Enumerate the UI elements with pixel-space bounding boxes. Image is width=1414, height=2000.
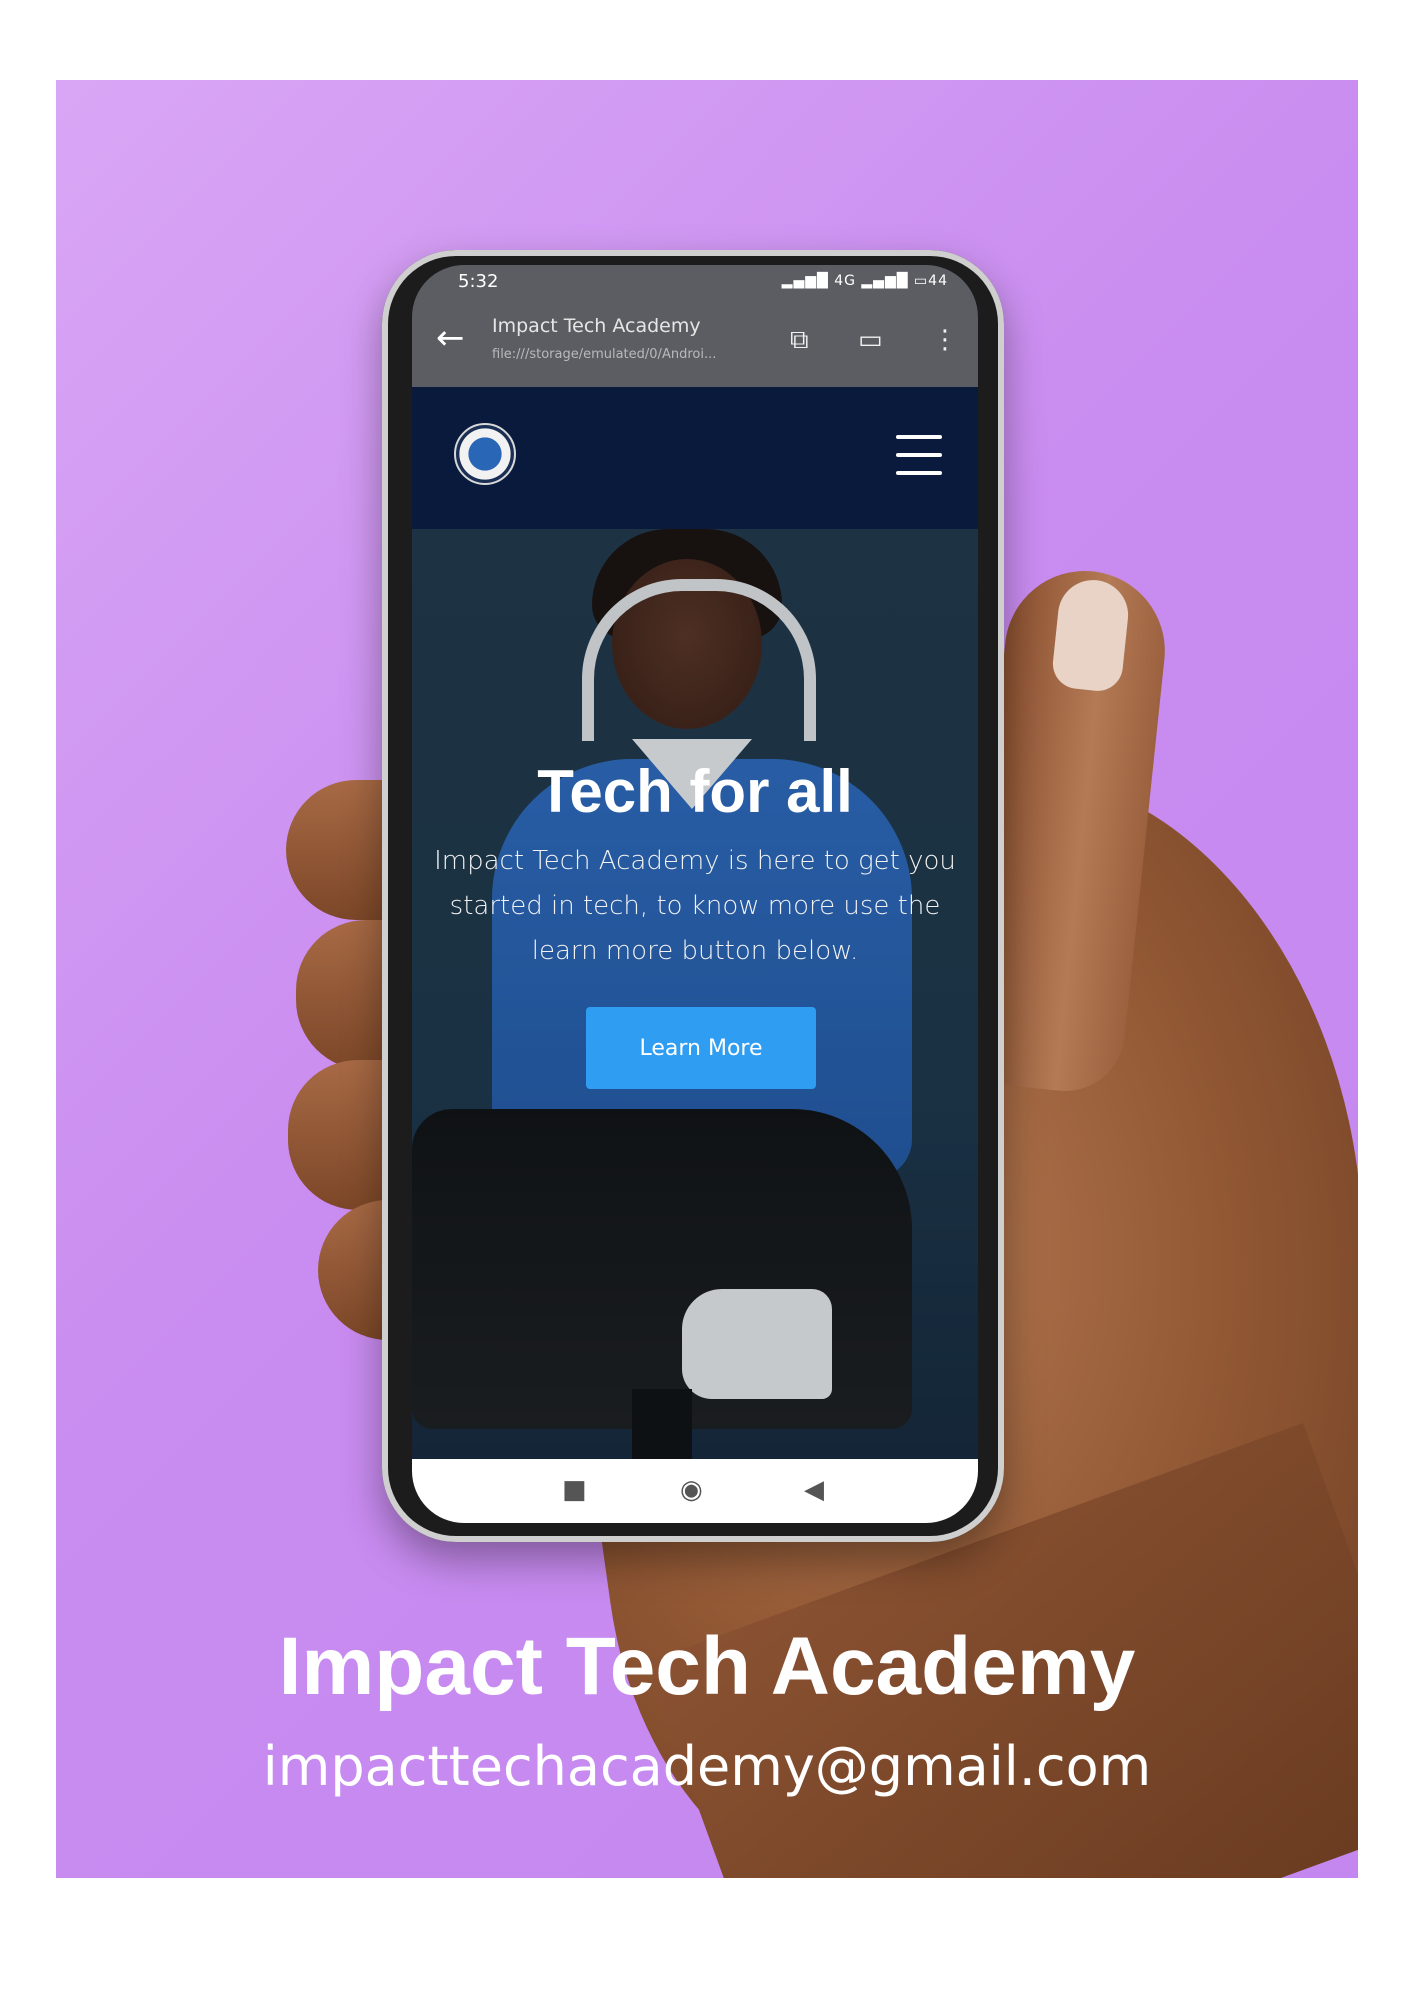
phone-screen: 5:32 ▂▄▆█ 4G ▂▄▆█ ▭44 ← Impact Tech Acad… — [412, 265, 978, 1523]
desktop-view-icon[interactable]: ▭ — [858, 325, 883, 355]
network-type: 4G — [834, 273, 856, 289]
site-navbar — [412, 387, 978, 529]
signal-icon: ▂▄▆█ 4G ▂▄▆█ ▭44 — [781, 273, 948, 289]
open-external-icon[interactable]: ⧉ — [790, 325, 809, 356]
browser-title: Impact Tech Academy — [492, 315, 701, 337]
poster-brand-name: Impact Tech Academy — [278, 1621, 1136, 1712]
hero-overlay — [412, 529, 978, 1459]
hamburger-menu-icon[interactable] — [896, 435, 942, 489]
hero-description: Impact Tech Academy is here to get you s… — [434, 846, 956, 966]
academy-logo[interactable] — [454, 423, 516, 485]
android-nav-bar: ■ ◉ ◀ — [412, 1459, 978, 1523]
poster-email: impacttechacademy@gmail.com — [262, 1735, 1152, 1798]
back-arrow-icon[interactable]: ← — [436, 321, 465, 355]
browser-url[interactable]: file:///storage/emulated/0/Androi... — [492, 347, 762, 362]
nav-back-icon[interactable]: ◀ — [804, 1475, 824, 1505]
poster-background: 5:32 ▂▄▆█ 4G ▂▄▆█ ▭44 ← Impact Tech Acad… — [56, 80, 1358, 1878]
hero-title: Tech for all — [537, 758, 853, 825]
status-time: 5:32 — [458, 271, 499, 292]
status-bar: 5:32 ▂▄▆█ 4G ▂▄▆█ ▭44 — [412, 265, 978, 299]
hero-section: Tech for all Impact Tech Academy is here… — [412, 529, 978, 1459]
more-options-icon[interactable]: ⋮ — [932, 325, 958, 355]
browser-toolbar: ← Impact Tech Academy file:///storage/em… — [412, 299, 978, 387]
battery-level: 44 — [928, 273, 948, 289]
recent-apps-icon[interactable]: ■ — [562, 1475, 587, 1505]
learn-more-button[interactable]: Learn More — [586, 1007, 816, 1089]
home-icon[interactable]: ◉ — [680, 1475, 703, 1505]
